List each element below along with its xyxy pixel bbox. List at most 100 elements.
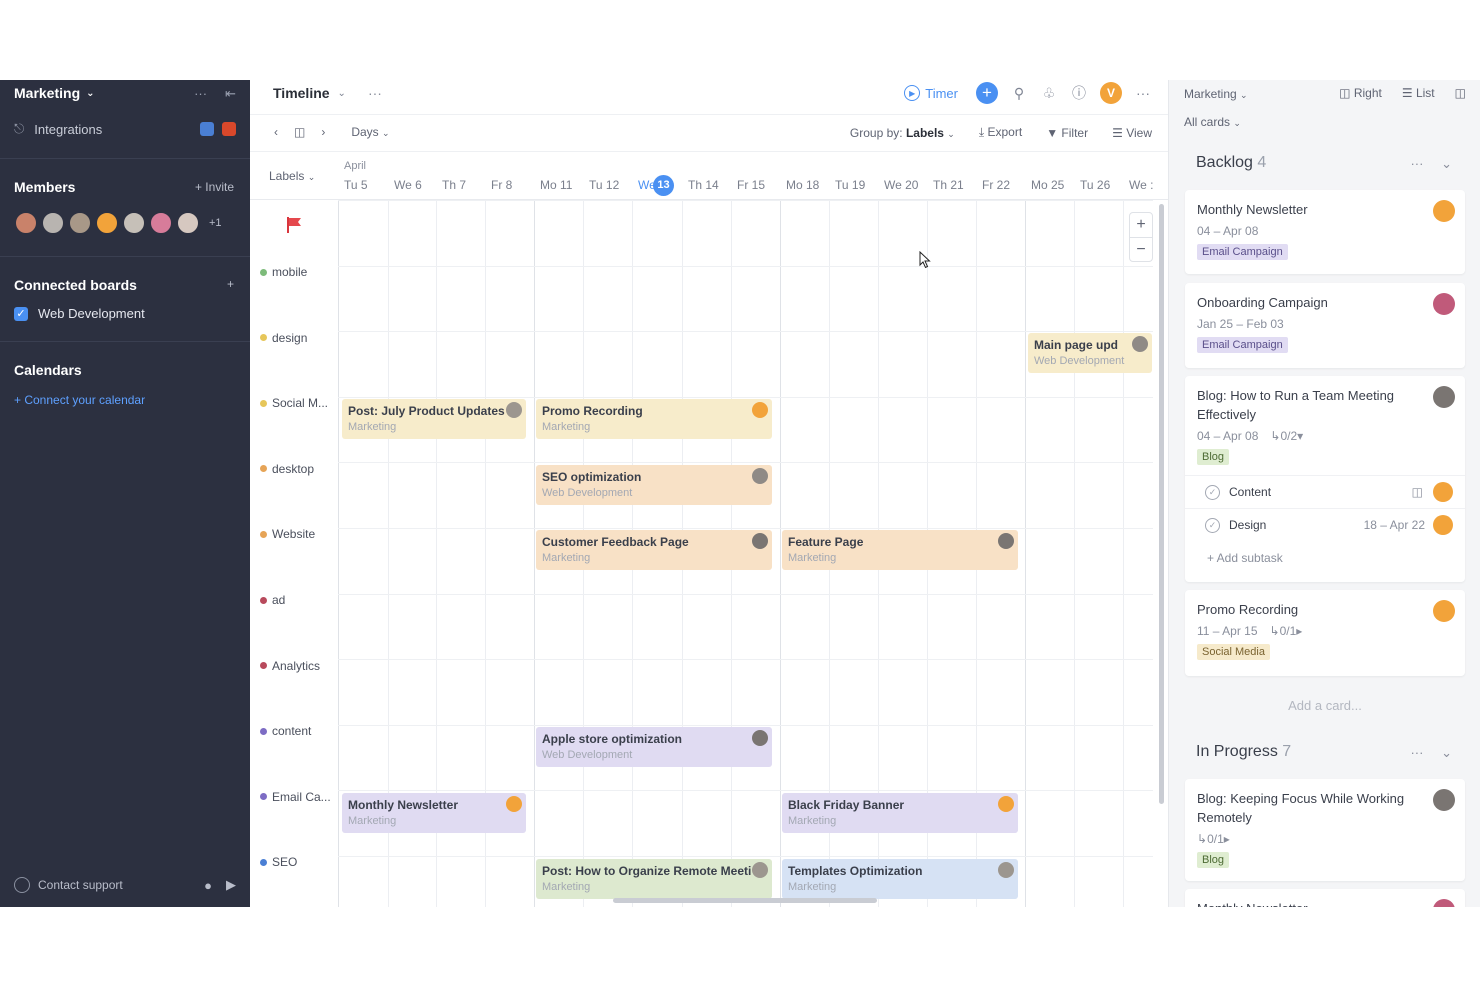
subtask-item[interactable]: ✓ Design 18 – Apr 22 — [1185, 508, 1465, 541]
avatar — [752, 862, 768, 878]
view-switcher[interactable]: Timeline ⌄ ··· — [273, 85, 382, 101]
more-icon[interactable]: ··· — [194, 86, 207, 102]
avatar[interactable] — [176, 211, 200, 235]
horizontal-scrollbar[interactable] — [613, 898, 877, 903]
office-icon[interactable] — [222, 122, 236, 136]
timeline-grid[interactable]: mobile design Social M... desktop Website ad A… — [250, 200, 1168, 907]
subtasks-count[interactable]: ↳0/2▾ — [1270, 429, 1303, 443]
zoom-in-button[interactable]: + — [1130, 213, 1152, 238]
timeline-card[interactable]: SEO optimization Web Development — [536, 465, 772, 505]
label-color-dot — [260, 858, 267, 866]
avatar[interactable] — [14, 211, 38, 235]
timeline-view: Timeline ⌄ ··· ▶ Timer + ⚲ ♧ ⓘ V ··· ‹ ◫… — [250, 80, 1168, 907]
board-dropdown[interactable]: Marketing ⌄ — [1184, 87, 1248, 101]
backlog-card[interactable]: Monthly Newsletter 04 – Apr 08 Email Cam… — [1185, 190, 1465, 274]
subtasks-count[interactable]: ↳0/1▸ — [1270, 624, 1303, 638]
sliders-icon: ☰ — [1112, 125, 1123, 140]
day-header: Th 7 — [442, 178, 467, 192]
cards-filter-dropdown[interactable]: All cards ⌄ — [1184, 115, 1241, 129]
invite-button[interactable]: + Invite — [195, 180, 234, 194]
timeline-card[interactable]: Monthly Newsletter Marketing — [342, 793, 526, 833]
more-icon[interactable]: ··· — [1410, 745, 1423, 760]
column-name: Backlog — [1196, 154, 1253, 171]
connect-calendar-link[interactable]: + Connect your calendar — [14, 393, 145, 407]
timeline-card[interactable]: Templates Optimization Marketing — [782, 859, 1018, 899]
group-by-dropdown[interactable]: Group by: Labels ⌄ — [850, 126, 955, 140]
row-label-text: desktop — [272, 461, 315, 476]
calendar-icon[interactable]: ◫ — [294, 125, 305, 139]
more-icon[interactable]: ··· — [368, 85, 382, 101]
zoom-control: + − — [1129, 212, 1153, 262]
backlog-card[interactable]: Onboarding Campaign Jan 25 – Feb 03 Emai… — [1185, 283, 1465, 368]
close-panel-icon[interactable]: ◫ — [1455, 86, 1466, 100]
timeline-card[interactable]: Post: July Product Updates Marketing — [342, 399, 526, 439]
check-circle-icon[interactable]: ✓ — [1205, 517, 1220, 533]
backlog-card[interactable]: Promo Recording 11 – Apr 15 ↳0/1▸ Social… — [1185, 590, 1465, 676]
next-icon[interactable]: › — [321, 125, 325, 139]
day-header: Th 21 — [933, 178, 964, 192]
add-subtask-button[interactable]: + Add subtask — [1197, 541, 1453, 565]
avatar[interactable] — [122, 211, 146, 235]
row-label: content — [260, 724, 311, 738]
contact-support-link[interactable]: Contact support — [38, 878, 204, 892]
avatar[interactable] — [95, 211, 119, 235]
collapse-sidebar-icon[interactable]: ⇤ — [225, 86, 236, 102]
chevron-down-icon[interactable]: ⌄ — [1441, 745, 1452, 760]
panel-position-button[interactable]: ◫ Right — [1339, 86, 1382, 100]
card-dates: 04 – Apr 08 — [1197, 429, 1259, 443]
add-card-button[interactable]: Add a card... — [1185, 698, 1465, 713]
export-button[interactable]: ⤓ Export — [979, 125, 1022, 140]
integrations-item[interactable]: ⎋ Integrations — [14, 121, 236, 137]
in-progress-card[interactable]: Monthly Newsletter — [1185, 889, 1465, 907]
members-more-count[interactable]: +1 — [209, 217, 222, 229]
scale-dropdown[interactable]: Days ⌄ — [351, 125, 389, 139]
add-board-icon[interactable]: + — [227, 277, 234, 291]
subtask-item[interactable]: ✓ Content ◫ — [1185, 475, 1465, 508]
timeline-card[interactable]: Customer Feedback Page Marketing — [536, 530, 772, 570]
labels-dropdown[interactable]: Labels ⌄ — [269, 169, 315, 183]
timeline-card[interactable]: Feature Page Marketing — [782, 530, 1018, 570]
row-label-text: Social M... — [272, 396, 329, 411]
google-calendar-icon[interactable] — [200, 122, 214, 136]
card-title: Blog: Keeping Focus While Working Remote… — [1197, 791, 1405, 825]
list-view-button[interactable]: ☰ List — [1402, 86, 1435, 100]
avatar[interactable] — [149, 211, 173, 235]
add-button[interactable]: + — [976, 82, 998, 104]
day-header: Tu 5 — [344, 178, 368, 192]
subtasks-count[interactable]: ↳0/1▸ — [1197, 832, 1230, 846]
check-circle-icon[interactable]: ✓ — [1205, 484, 1220, 500]
help-icon[interactable]: ⓘ — [1070, 83, 1088, 103]
google-play-icon[interactable]: ▶ — [226, 877, 236, 893]
calendar-icon[interactable]: ◫ — [1412, 485, 1423, 499]
zoom-out-button[interactable]: − — [1130, 238, 1152, 262]
user-avatar[interactable]: V — [1100, 82, 1122, 104]
checkbox-checked-icon[interactable]: ✓ — [14, 306, 28, 321]
workspace-switcher[interactable]: Marketing ⌄ — [14, 85, 95, 101]
connected-board-item[interactable]: ✓ Web Development — [14, 306, 145, 321]
view-button[interactable]: ☰ View — [1112, 126, 1152, 140]
timeline-card[interactable]: Apple store optimization Web Development — [536, 727, 772, 767]
more-icon[interactable]: ··· — [1134, 85, 1152, 101]
timeline-card[interactable]: Main page upd Web Development — [1028, 333, 1152, 373]
today-badge: 13 — [653, 175, 674, 196]
apple-icon[interactable]: ● — [204, 878, 212, 893]
in-progress-card[interactable]: Blog: Keeping Focus While Working Remote… — [1185, 779, 1465, 881]
app-window: Marketing ⌄ ··· ⇤ ⎋ Integrations Members… — [0, 80, 1480, 907]
search-icon[interactable]: ⚲ — [1010, 85, 1028, 102]
timeline-card[interactable]: Promo Recording Marketing — [536, 399, 772, 439]
avatar[interactable] — [68, 211, 92, 235]
prev-icon[interactable]: ‹ — [274, 125, 278, 139]
avatar — [998, 533, 1014, 549]
chevron-down-icon: ⌄ — [1233, 118, 1241, 128]
timeline-card[interactable]: Black Friday Banner Marketing — [782, 793, 1018, 833]
chevron-down-icon[interactable]: ⌄ — [1441, 156, 1452, 171]
backlog-card[interactable]: Blog: How to Run a Team Meeting Effectiv… — [1185, 376, 1465, 582]
timeline-card[interactable]: Post: How to Organize Remote Meeti Marke… — [536, 859, 772, 899]
vertical-scrollbar[interactable] — [1159, 204, 1164, 804]
bell-icon[interactable]: ♧ — [1040, 85, 1058, 102]
timer-button[interactable]: ▶ Timer — [904, 85, 958, 101]
day-header: Mo 25 — [1031, 178, 1065, 192]
filter-button[interactable]: ▼ Filter — [1046, 126, 1088, 140]
more-icon[interactable]: ··· — [1410, 156, 1423, 171]
avatar[interactable] — [41, 211, 65, 235]
